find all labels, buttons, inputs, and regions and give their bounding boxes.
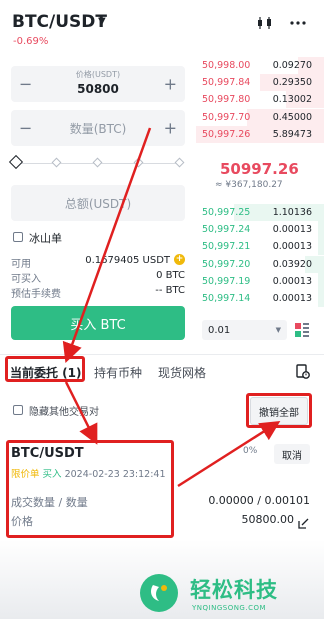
bid-price: 50,997.24 [202, 224, 251, 236]
bid-row[interactable]: 50,997.14 0.00013 [196, 290, 324, 307]
ask-row[interactable]: 50,997.80 0.13002 [196, 91, 324, 109]
ask-price: 50,997.84 [202, 77, 251, 89]
bid-qty: 1.10136 [272, 207, 312, 218]
bid-row[interactable]: 50,997.25 1.10136 [196, 204, 324, 221]
bid-qty: 0.00013 [272, 241, 312, 253]
bid-row[interactable]: 50,997.20 0.03920 [196, 255, 324, 273]
bid-depth-bar [317, 272, 324, 290]
bid-price: 50,997.14 [202, 293, 251, 304]
ask-qty: 0.09270 [272, 60, 312, 71]
ask-price: 50,998.00 [202, 60, 251, 71]
bid-qty: 0.00013 [272, 224, 312, 236]
bid-price: 50,997.19 [202, 275, 251, 287]
ask-row[interactable]: 50,997.84 0.29350 [196, 74, 324, 92]
ask-price: 50,997.70 [202, 111, 251, 123]
bid-depth-bar [317, 238, 324, 256]
bid-qty: 0.00013 [272, 275, 312, 287]
watermark-domain: YNQINGSONG.COM [192, 604, 267, 612]
bid-price: 50,997.25 [202, 207, 251, 218]
ask-price: 50,997.26 [202, 128, 251, 140]
bid-row[interactable]: 50,997.21 0.00013 [196, 238, 324, 256]
ask-row[interactable]: 50,997.26 5.89473 [196, 125, 324, 143]
ask-qty: 0.13002 [272, 94, 312, 106]
ask-row[interactable]: 50,998.00 0.09270 [196, 57, 324, 74]
ask-qty: 0.29350 [272, 77, 312, 89]
bid-depth-bar [317, 221, 324, 239]
bid-row[interactable]: 50,997.24 0.00013 [196, 221, 324, 239]
bid-price: 50,997.21 [202, 241, 251, 253]
bid-qty: 0.00013 [272, 293, 312, 304]
watermark-brand: 轻松科技 [190, 578, 278, 602]
ask-qty: 5.89473 [272, 128, 312, 140]
bid-depth-bar [317, 290, 324, 307]
ask-qty: 0.45000 [272, 111, 312, 123]
bid-row[interactable]: 50,997.19 0.00013 [196, 272, 324, 290]
watermark-logo [140, 574, 178, 612]
ask-row[interactable]: 50,997.70 0.45000 [196, 108, 324, 126]
ask-price: 50,997.80 [202, 94, 251, 106]
bid-qty: 0.03920 [272, 258, 312, 270]
bid-price: 50,997.20 [202, 258, 251, 270]
